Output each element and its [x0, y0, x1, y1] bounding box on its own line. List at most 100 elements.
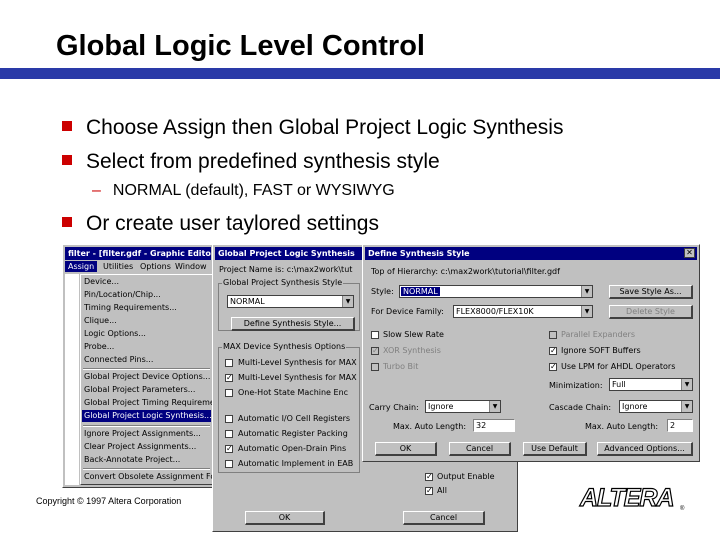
- menu-item-global-parameters[interactable]: Global Project Parameters...: [84, 385, 195, 394]
- synthesis-style-select[interactable]: NORMAL ▼: [227, 295, 354, 308]
- synthesis-style-value: NORMAL: [230, 297, 265, 306]
- chevron-down-icon[interactable]: ▼: [681, 379, 692, 390]
- menu-separator: [83, 368, 210, 370]
- extra-option-output-enable-label: Output Enable: [437, 472, 495, 481]
- menu-item-ignore-assignments[interactable]: Ignore Project Assignments...: [84, 429, 201, 438]
- menu-item-logic-options[interactable]: Logic Options...: [84, 329, 146, 338]
- max-options-group-label: MAX Device Synthesis Options: [222, 342, 347, 351]
- logic-synthesis-ok-button[interactable]: OK: [245, 511, 325, 525]
- device-family-select[interactable]: FLEX8000/FLEX10K ▼: [453, 305, 593, 318]
- checkbox[interactable]: [549, 331, 557, 339]
- chevron-down-icon[interactable]: ▼: [342, 296, 353, 307]
- checkbox[interactable]: [225, 359, 233, 367]
- chevron-down-icon[interactable]: ▼: [489, 401, 500, 412]
- define-style-title: Define Synthesis Style: [368, 249, 470, 258]
- extra-option-all-label: All: [437, 486, 447, 495]
- carry-max-length-input[interactable]: 32: [473, 419, 515, 432]
- menu-item-global-logic-synthesis[interactable]: Global Project Logic Synthesis...: [84, 411, 212, 420]
- dash-icon: –: [92, 182, 101, 199]
- style-label: Style:: [371, 287, 394, 296]
- minimization-select[interactable]: Full ▼: [609, 378, 693, 391]
- menu-item-pin-location-chip[interactable]: Pin/Location/Chip...: [84, 290, 161, 299]
- editor-canvas: [65, 274, 79, 485]
- define-style-titlebar: Define Synthesis Style: [365, 247, 697, 260]
- menu-utilities[interactable]: Utilities: [103, 261, 133, 272]
- delete-style-button[interactable]: Delete Style: [609, 305, 693, 319]
- checkbox-checked[interactable]: ✓: [549, 347, 557, 355]
- menu-item-clique[interactable]: Clique...: [84, 316, 117, 325]
- menu-item-probe[interactable]: Probe...: [84, 342, 114, 351]
- style-select-value: NORMAL: [401, 287, 440, 296]
- menu-item-connected-pins[interactable]: Connected Pins...: [84, 355, 153, 364]
- logic-synthesis-cancel-button[interactable]: Cancel: [403, 511, 485, 525]
- save-style-as-button[interactable]: Save Style As...: [609, 285, 693, 299]
- sub-bullet: – NORMAL (default), FAST or WYSIWYG: [92, 182, 395, 200]
- checkbox[interactable]: [225, 415, 233, 423]
- cascade-max-length-label: Max. Auto Length:: [585, 422, 659, 431]
- bullet-2-text: Select from predefined synthesis style: [86, 150, 440, 173]
- cascade-chain-label: Cascade Chain:: [549, 403, 612, 412]
- max-option-7-label: Automatic Implement in EAB: [238, 459, 354, 468]
- menu-item-timing-requirements[interactable]: Timing Requirements...: [84, 303, 177, 312]
- minimization-label: Minimization:: [549, 381, 603, 390]
- altera-logo-text: ALTERA: [579, 484, 674, 512]
- bullet-marker-icon: [62, 155, 72, 165]
- menu-window[interactable]: Window: [175, 261, 207, 272]
- title-accent-bar: [0, 68, 720, 79]
- max-option-6-label: Automatic Open-Drain Pins: [238, 444, 347, 453]
- define-synthesis-style-button[interactable]: Define Synthesis Style...: [231, 317, 355, 331]
- carry-max-length-label: Max. Auto Length:: [393, 422, 467, 431]
- style-select[interactable]: NORMAL ▼: [399, 285, 593, 298]
- menu-separator: [83, 468, 210, 470]
- advanced-options-button[interactable]: Advanced Options...: [597, 442, 693, 456]
- bullet-marker-icon: [62, 217, 72, 227]
- checkbox[interactable]: [225, 460, 233, 468]
- device-family-value: FLEX8000/FLEX10K: [456, 307, 534, 316]
- menu-item-back-annotate[interactable]: Back-Annotate Project...: [84, 455, 180, 464]
- menu-item-clear-assignments[interactable]: Clear Project Assignments...: [84, 442, 196, 451]
- close-icon[interactable]: ✕: [684, 248, 695, 258]
- bullet-1-text: Choose Assign then Global Project Logic …: [86, 116, 564, 139]
- menu-item-global-logic-synthesis-highlight[interactable]: Global Project Logic Synthesis...: [82, 410, 212, 422]
- cascade-max-length-input[interactable]: 2: [667, 419, 693, 432]
- bullet-3-text: Or create user taylored settings: [86, 212, 379, 235]
- bullet-3: Or create user taylored settings: [62, 212, 379, 236]
- checkbox-checked[interactable]: ✓: [371, 347, 379, 355]
- menu-item-device[interactable]: Device...: [84, 277, 119, 286]
- max-option-1-label: Multi-Level Synthesis for MAX: [238, 358, 357, 367]
- carry-chain-select[interactable]: Ignore ▼: [425, 400, 501, 413]
- checkbox[interactable]: [225, 430, 233, 438]
- synthesis-style-group-label: Global Project Synthesis Style: [222, 278, 344, 287]
- menu-options[interactable]: Options: [140, 261, 171, 272]
- checkbox[interactable]: [371, 331, 379, 339]
- define-style-ok-button[interactable]: OK: [375, 442, 437, 456]
- registered-mark: ®: [680, 505, 685, 512]
- menu-assign[interactable]: Assign: [65, 261, 98, 272]
- assign-menu-dropdown: Device... Pin/Location/Chip... Timing Re…: [80, 274, 242, 485]
- menu-item-global-device-options[interactable]: Global Project Device Options...: [84, 372, 210, 381]
- checkbox-checked[interactable]: ✓: [225, 445, 233, 453]
- define-style-cancel-button[interactable]: Cancel: [449, 442, 511, 456]
- device-family-label: For Device Family:: [371, 307, 444, 316]
- chevron-down-icon[interactable]: ▼: [681, 401, 692, 412]
- define-style-dialog: Define Synthesis Style ✕ Top of Hierarch…: [362, 244, 700, 462]
- copyright-notice: Copyright © 1997 Altera Corporation: [36, 496, 182, 506]
- menu-bar: Assign Utilities Options Window: [65, 261, 211, 273]
- chevron-down-icon[interactable]: ▼: [581, 306, 592, 317]
- use-default-button[interactable]: Use Default: [523, 442, 587, 456]
- checkbox-checked[interactable]: ✓: [549, 363, 557, 371]
- chevron-down-icon[interactable]: ▼: [581, 286, 592, 297]
- minimization-value: Full: [612, 380, 626, 389]
- checkbox[interactable]: [225, 389, 233, 397]
- max-option-3-label: One-Hot State Machine Enc: [238, 388, 349, 397]
- option-parallel-expanders-label: Parallel Expanders: [561, 330, 635, 339]
- altera-logo: ALTERA ®: [578, 483, 685, 512]
- top-hierarchy-label: Top of Hierarchy: c:\max2work\tutorial\f…: [371, 267, 560, 276]
- checkbox-checked[interactable]: ✓: [425, 487, 433, 495]
- option-ignore-soft-buffers-label: Ignore SOFT Buffers: [561, 346, 641, 355]
- checkbox-checked[interactable]: ✓: [425, 473, 433, 481]
- menu-separator: [83, 425, 210, 427]
- cascade-chain-select[interactable]: Ignore ▼: [619, 400, 693, 413]
- checkbox-checked[interactable]: ✓: [225, 374, 233, 382]
- checkbox[interactable]: [371, 363, 379, 371]
